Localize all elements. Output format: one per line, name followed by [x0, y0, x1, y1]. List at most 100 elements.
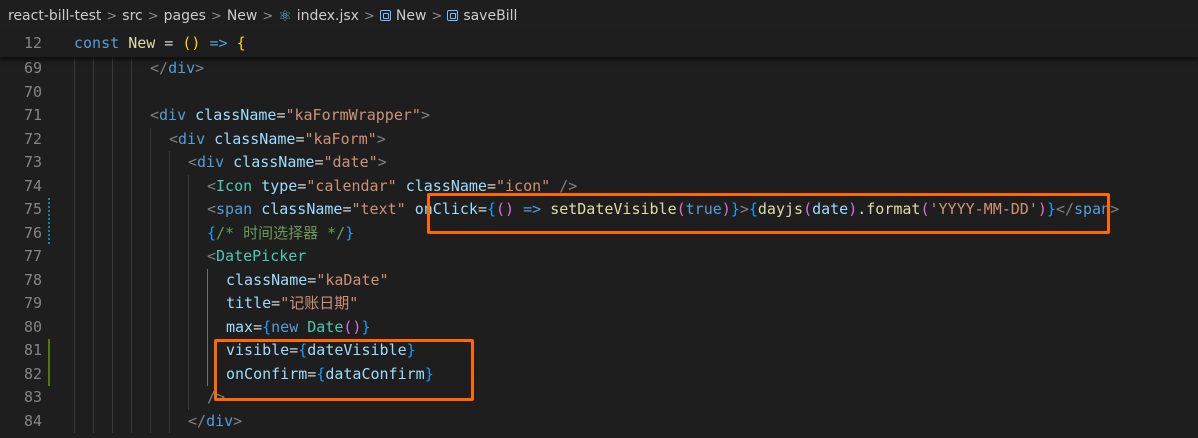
indent-guide: [74, 127, 75, 151]
breadcrumb-item[interactable]: New: [227, 8, 258, 24]
code-line[interactable]: 74 <Icon type="calendar" className="icon"…: [0, 174, 1198, 198]
code-line[interactable]: 84 </div>: [0, 409, 1198, 433]
indent-guide: [74, 292, 75, 316]
code-token: div: [178, 129, 206, 148]
breadcrumb-item[interactable]: ⚛ index.jsx: [278, 7, 359, 25]
code-token: {: [486, 200, 496, 218]
indent-guide: [207, 339, 208, 363]
breadcrumb-item[interactable]: New: [379, 8, 427, 24]
indent-guide: [93, 198, 94, 222]
code-token: =: [477, 200, 487, 218]
indent-guide: [131, 339, 132, 363]
breadcrumb-item[interactable]: pages: [164, 8, 206, 24]
code-token: /* 时间选择器 */: [216, 223, 346, 242]
indent-guide: [131, 386, 132, 410]
indent-guide: [169, 362, 170, 386]
indent-guide: [188, 339, 189, 363]
line-number: 73: [23, 153, 42, 171]
code-text: title="记账日期": [226, 292, 358, 316]
indent-guide: [131, 104, 132, 128]
code-text: <div className="kaForm">: [169, 128, 386, 152]
code-token: =: [155, 34, 183, 52]
indent-guide: [74, 315, 75, 339]
code-token: =>: [514, 200, 551, 218]
indent-guide: [169, 268, 170, 292]
indent-guide: [150, 315, 151, 339]
added-line-marker: [48, 362, 50, 386]
code-line[interactable]: 77 <DatePicker: [0, 245, 1198, 269]
indent-guide: [74, 245, 75, 269]
code-line[interactable]: 71 <div className="kaFormWrapper">: [0, 104, 1198, 128]
code-line[interactable]: 69 </div>: [0, 57, 1198, 81]
code-token: </: [188, 411, 207, 430]
breadcrumb-item[interactable]: react-bill-test: [8, 8, 101, 24]
line-number: 74: [23, 176, 42, 195]
code-line[interactable]: 72 <div className="kaForm">: [0, 127, 1198, 152]
breadcrumb-label: react-bill-test: [8, 8, 102, 24]
code-token: }: [730, 200, 740, 218]
sticky-code: const New = () => {: [74, 32, 246, 56]
code-line[interactable]: 81 visible={dateVisible}: [0, 339, 1198, 363]
code-token: dataConfirm: [325, 364, 425, 383]
indent-guide: [74, 151, 75, 175]
code-line[interactable]: 79 title="记账日期": [0, 292, 1198, 316]
code-token: const: [74, 34, 129, 52]
code-token: =: [307, 270, 317, 289]
code-line[interactable]: 70: [0, 80, 1198, 104]
breadcrumb-label: New: [395, 8, 427, 24]
indent-guide: [169, 174, 170, 198]
indent-guide: [112, 104, 113, 128]
code-line[interactable]: 78 className="kaDate": [0, 268, 1198, 292]
code-token: (: [803, 200, 813, 218]
code-line[interactable]: 73 <div className="date">: [0, 151, 1198, 175]
code-token: }: [361, 317, 371, 336]
code-token: dayjs: [757, 200, 804, 218]
code-token: setDateVisible: [550, 200, 677, 218]
indent-guide: [74, 409, 75, 433]
indent-guide: [188, 315, 189, 339]
indent-guide: [93, 104, 94, 128]
indent-guide: [150, 151, 151, 175]
indent-guide: [93, 315, 94, 339]
code-token: >: [195, 59, 205, 77]
indent-guide: [131, 151, 132, 175]
indent-guide: [93, 268, 94, 292]
code-editor[interactable]: 69 </div> 70 71 <div className="kaFormWrappe…: [0, 57, 1198, 438]
code-token: "kaForm": [304, 129, 377, 148]
indent-guide: [93, 339, 94, 363]
code-text: onConfirm={dataConfirm}: [226, 363, 434, 387]
line-number: 82: [23, 364, 42, 383]
code-line[interactable]: 80 max={new Date()}: [0, 315, 1198, 340]
modified-line-marker: [48, 221, 50, 245]
indent-guide: [93, 151, 94, 175]
code-token: (): [343, 317, 362, 336]
breadcrumb-item[interactable]: src: [122, 8, 142, 24]
code-text: max={new Date()}: [226, 316, 371, 340]
code-line[interactable]: 75 <span className="text" onClick={() => …: [0, 198, 1198, 222]
code-token: (: [920, 200, 930, 218]
code-token: type: [261, 176, 298, 195]
indent-guide: [112, 174, 113, 198]
indent-guide: [74, 339, 75, 363]
code-token: =: [307, 364, 317, 383]
code-token: "kaFormWrapper": [285, 106, 421, 124]
indent-guide: [93, 292, 94, 316]
indent-guide: [150, 409, 151, 433]
code-token: Icon: [216, 176, 253, 195]
code-line[interactable]: 83 />: [0, 386, 1198, 410]
sticky-scroll-line[interactable]: 12 const New = () => {: [0, 32, 1198, 57]
code-token: "date": [323, 153, 378, 171]
line-number: 81: [23, 341, 42, 359]
indent-guide: [74, 57, 75, 81]
breadcrumb-item[interactable]: saveBill: [447, 8, 517, 24]
code-line[interactable]: 82 onConfirm={dataConfirm}: [0, 362, 1198, 387]
code-token: =: [253, 317, 263, 336]
code-token: div: [206, 411, 234, 430]
indent-guide: [150, 174, 151, 198]
code-token: }: [345, 223, 355, 242]
code-line[interactable]: 76 {/* 时间选择器 */}: [0, 221, 1198, 245]
indent-guide: [188, 362, 189, 386]
